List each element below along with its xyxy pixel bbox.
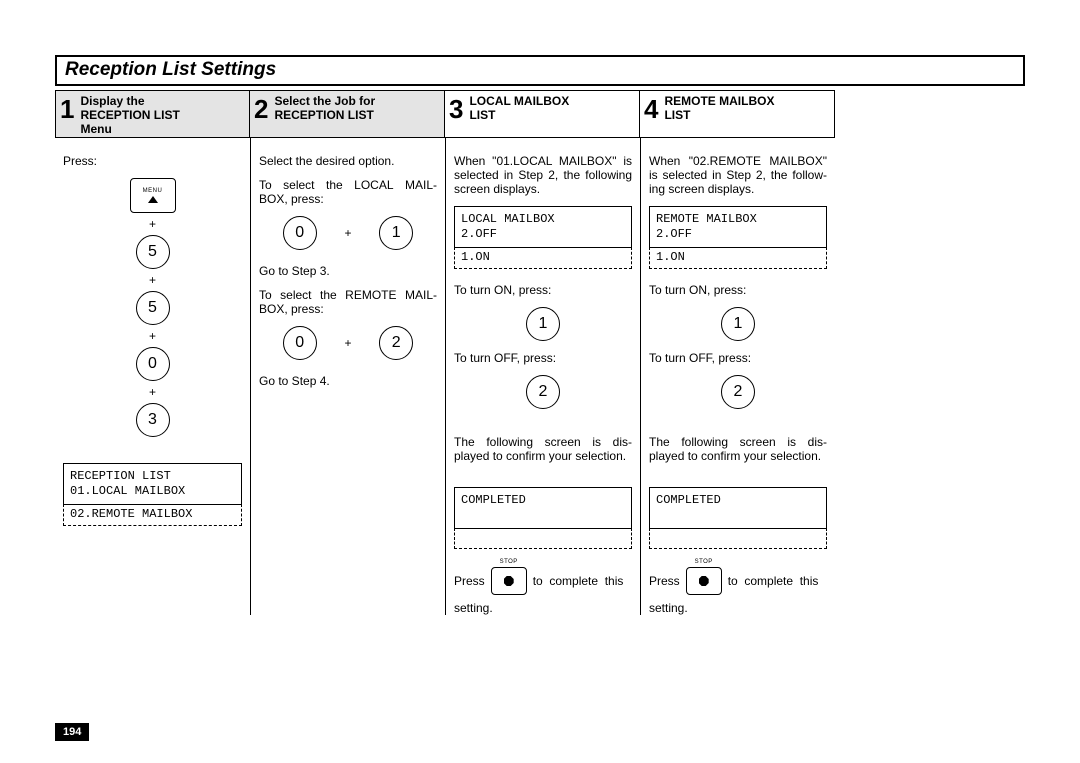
lcd-blank: [649, 528, 827, 549]
step1-header: 1 Display theRECEPTION LISTMenu: [55, 90, 250, 138]
plus: +: [63, 217, 242, 231]
press-stop-line: Press STOP to complete this: [454, 567, 632, 595]
section-title: Reception List Settings: [65, 59, 276, 80]
columns: Press: MENU + 5 + 5 + 0 + 3 RECEPTION LI…: [55, 138, 1025, 615]
stop-icon: [699, 576, 709, 586]
press-label: Press: [454, 574, 485, 588]
press-label: Press:: [63, 154, 242, 168]
text: To turn ON, press:: [649, 283, 827, 297]
col2: Select the desired option. To select the…: [250, 138, 445, 615]
text: Go to Step 4.: [259, 374, 437, 388]
keypad-3: 3: [136, 403, 170, 437]
plus: +: [63, 329, 242, 343]
text: To select the REMOTE MAIL-BOX, press:: [259, 288, 437, 316]
text: to complete this: [533, 574, 624, 588]
text: Select the desired option.: [259, 154, 437, 168]
text: setting.: [454, 601, 632, 615]
manual-page: Reception List Settings 1 Display theREC…: [0, 0, 1080, 763]
stop-button-icon: STOP: [491, 567, 527, 595]
text: When "01.LOCAL MAILBOX" is selected in S…: [454, 154, 632, 196]
step-title: LOCAL MAILBOXLIST: [469, 94, 569, 122]
keypad-1: 1: [526, 307, 560, 341]
col3: When "01.LOCAL MAILBOX" is selected in S…: [445, 138, 640, 615]
plus: +: [344, 336, 351, 350]
keypad-5: 5: [136, 291, 170, 325]
lcd-display: REMOTE MAILBOX 2.OFF: [649, 206, 827, 248]
plus: +: [344, 226, 351, 240]
menu-button-icon: MENU: [130, 178, 176, 213]
step-number: 1: [60, 96, 74, 122]
stop-label: STOP: [500, 559, 518, 565]
stop-label: STOP: [695, 559, 713, 565]
lcd-option: 02.REMOTE MAILBOX: [63, 504, 242, 526]
text: setting.: [649, 601, 827, 615]
lcd-display: COMPLETED: [649, 487, 827, 529]
keypad-2: 2: [721, 375, 755, 409]
lcd-display: LOCAL MAILBOX 2.OFF: [454, 206, 632, 248]
keypad-0: 0: [283, 216, 317, 250]
col1: Press: MENU + 5 + 5 + 0 + 3 RECEPTION LI…: [55, 138, 250, 615]
text: To turn ON, press:: [454, 283, 632, 297]
lcd-display: RECEPTION LIST 01.LOCAL MAILBOX: [63, 463, 242, 505]
step-title: Display theRECEPTION LISTMenu: [80, 94, 179, 136]
step-title: REMOTE MAILBOXLIST: [664, 94, 774, 122]
lcd-display: COMPLETED: [454, 487, 632, 529]
col4: When "02.REMOTE MAILBOX" is selected in …: [640, 138, 835, 615]
text: to complete this: [728, 574, 819, 588]
step-number: 2: [254, 96, 268, 122]
step-title: Select the Job forRECEPTION LIST: [274, 94, 375, 122]
plus: +: [63, 385, 242, 399]
lcd-option: 1.ON: [454, 247, 632, 269]
key-combo: 0 + 1: [259, 216, 437, 250]
plus: +: [63, 273, 242, 287]
keypad-1: 1: [379, 216, 413, 250]
keypad-0: 0: [136, 347, 170, 381]
keypad-0: 0: [283, 326, 317, 360]
keypad-2: 2: [379, 326, 413, 360]
lcd-option: 1.ON: [649, 247, 827, 269]
keypad-2: 2: [526, 375, 560, 409]
text: To select the LOCAL MAIL-BOX, press:: [259, 178, 437, 206]
text: The following screen is dis-played to co…: [649, 435, 827, 463]
arrow-up-icon: [148, 196, 158, 203]
text: The following screen is dis-played to co…: [454, 435, 632, 463]
step-number: 3: [449, 96, 463, 122]
keypad-5: 5: [136, 235, 170, 269]
step2-header: 2 Select the Job forRECEPTION LIST: [250, 90, 445, 138]
menu-label: MENU: [143, 188, 163, 194]
step-number: 4: [644, 96, 658, 122]
press-stop-line: Press STOP to complete this: [649, 567, 827, 595]
step-header-row: 1 Display theRECEPTION LISTMenu 2 Select…: [55, 90, 1025, 138]
step3-header: 3 LOCAL MAILBOXLIST: [445, 90, 640, 138]
press-label: Press: [649, 574, 680, 588]
text: Go to Step 3.: [259, 264, 437, 278]
lcd-blank: [454, 528, 632, 549]
section-title-bar: Reception List Settings: [55, 55, 1025, 86]
stop-button-icon: STOP: [686, 567, 722, 595]
text: To turn OFF, press:: [649, 351, 827, 365]
text: To turn OFF, press:: [454, 351, 632, 365]
text: When "02.REMOTE MAILBOX" is selected in …: [649, 154, 827, 196]
key-combo: 0 + 2: [259, 326, 437, 360]
step4-header: 4 REMOTE MAILBOXLIST: [640, 90, 835, 138]
stop-icon: [504, 576, 514, 586]
page-number: 194: [55, 723, 89, 741]
keypad-1: 1: [721, 307, 755, 341]
